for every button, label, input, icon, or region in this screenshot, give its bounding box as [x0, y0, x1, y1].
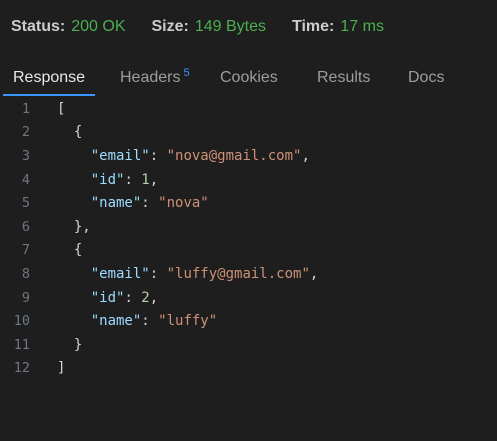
- code-text: {: [57, 242, 82, 258]
- time-group: Time: 17 ms: [292, 18, 384, 36]
- tab-cookies-label: Cookies: [220, 69, 278, 86]
- code-token: {: [57, 242, 83, 259]
- status-label: Status:: [11, 18, 66, 35]
- code-token: :: [149, 147, 167, 164]
- code-line: 5 "name": "nova": [0, 191, 497, 215]
- line-number: 5: [21, 195, 30, 212]
- line-number: 4: [21, 171, 30, 188]
- code-token: :: [141, 195, 159, 212]
- tab-headers[interactable]: Headers 5: [118, 58, 192, 98]
- line-number: 12: [13, 360, 30, 377]
- size-group: Size: 149 Bytes: [152, 18, 267, 36]
- code-token: ]: [57, 360, 66, 377]
- code-token: "email": [90, 147, 150, 164]
- code-text: [: [57, 101, 65, 117]
- line-number: 9: [21, 289, 30, 306]
- code-line: 10 "name": "luffy": [0, 309, 497, 333]
- code-text: "name": "luffy": [57, 313, 217, 329]
- code-token: ,: [149, 289, 159, 306]
- code-token: {: [57, 124, 83, 141]
- code-token: "name": [90, 195, 142, 212]
- code-text: },: [57, 219, 91, 235]
- tab-headers-label: Headers: [120, 69, 181, 86]
- code-text: "id": 2,: [57, 290, 158, 306]
- code-token: 1: [141, 171, 150, 188]
- code-text: ]: [57, 360, 65, 376]
- code-token: ,: [301, 147, 310, 164]
- code-line: 6 },: [0, 215, 497, 239]
- tab-docs-label: Docs: [408, 69, 445, 86]
- code-line: 7 {: [0, 239, 497, 263]
- code-line: 8 "email": "luffy@gmail.com",: [0, 262, 497, 286]
- code-token: "id": [90, 171, 125, 188]
- line-number: 10: [13, 313, 30, 330]
- tab-response[interactable]: Response: [2, 58, 96, 98]
- line-number: 11: [13, 336, 30, 353]
- code-token: "nova@gmail.com": [166, 147, 302, 164]
- line-number: 6: [21, 218, 30, 235]
- code-text: "id": 1,: [57, 172, 158, 188]
- code-token: ,: [309, 265, 319, 282]
- tab-results-label: Results: [317, 69, 371, 86]
- code-text: "name": "nova": [57, 195, 209, 211]
- code-token: ,: [149, 171, 159, 188]
- tab-cookies[interactable]: Cookies: [218, 58, 280, 98]
- code-token: }: [57, 336, 83, 353]
- line-number: 8: [21, 265, 30, 282]
- tab-response-label: Response: [13, 69, 86, 86]
- code-token: :: [141, 313, 159, 330]
- code-token: :: [124, 289, 142, 306]
- code-token: :: [124, 171, 142, 188]
- code-token: "nova": [158, 195, 209, 212]
- size-label: Size:: [151, 18, 189, 35]
- line-number: 2: [21, 124, 30, 141]
- code-token: 2: [141, 289, 150, 306]
- code-line: 4 "id": 1,: [0, 168, 497, 192]
- code-token: "id": [90, 289, 125, 306]
- tab-results[interactable]: Results: [315, 58, 372, 98]
- code-text: "email": "nova@gmail.com",: [57, 148, 310, 164]
- headers-count-badge: 5: [183, 67, 190, 79]
- code-line: 3 "email": "nova@gmail.com",: [0, 144, 497, 168]
- line-number: 7: [21, 242, 30, 259]
- code-text: {: [57, 124, 82, 140]
- code-line: 11 }: [0, 333, 497, 357]
- code-token: :: [149, 265, 167, 282]
- status-group: Status: 200 OK: [11, 18, 126, 36]
- response-tabs: Response Headers 5 Cookies Results Docs: [0, 58, 497, 98]
- code-token: },: [57, 218, 91, 235]
- code-token: "luffy@gmail.com": [166, 265, 310, 282]
- response-status-bar: Status: 200 OK Size: 149 Bytes Time: 17 …: [11, 16, 410, 38]
- code-text: }: [57, 337, 82, 353]
- response-body-editor[interactable]: 1[2 {3 "email": "nova@gmail.com", 4 "id":…: [0, 97, 497, 387]
- line-number: 3: [21, 147, 30, 164]
- line-number: 1: [21, 100, 30, 117]
- tab-docs[interactable]: Docs: [406, 58, 446, 98]
- time-label: Time:: [292, 18, 335, 35]
- code-line: 2 {: [0, 121, 497, 145]
- code-line: 1[: [0, 97, 497, 121]
- code-token: "luffy": [158, 313, 218, 330]
- size-value: 149 Bytes: [194, 18, 266, 35]
- time-value: 17 ms: [340, 18, 384, 35]
- code-token: "email": [90, 265, 150, 282]
- code-token: "name": [90, 313, 142, 330]
- code-text: "email": "luffy@gmail.com",: [57, 265, 319, 282]
- code-line: 9 "id": 2,: [0, 286, 497, 310]
- code-token: [: [57, 100, 66, 117]
- code-line: 12]: [0, 357, 497, 381]
- status-value: 200 OK: [71, 18, 126, 35]
